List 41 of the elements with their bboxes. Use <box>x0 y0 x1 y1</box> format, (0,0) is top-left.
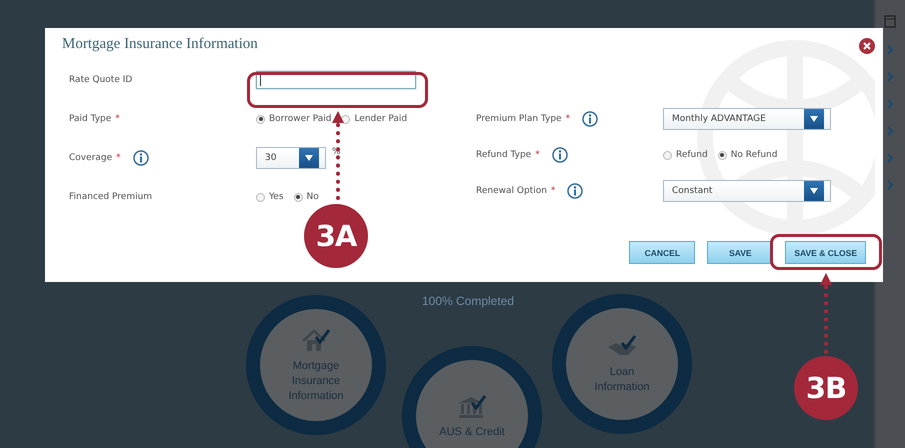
step-label: Loan Information <box>593 365 651 395</box>
dialog-title: Mortgage Insurance Information <box>62 36 259 53</box>
radio-button[interactable] <box>663 150 672 160</box>
info-icon[interactable] <box>552 147 568 163</box>
radio-button[interactable] <box>256 192 265 202</box>
radio-option[interactable]: Yes <box>256 192 284 202</box>
step-label: Mortgage Insurance Information <box>287 358 345 404</box>
required-mark: * <box>550 186 556 196</box>
field-label: Paid Type <box>69 114 112 124</box>
close-icon[interactable] <box>859 38 875 54</box>
callout-badge: 3B <box>794 356 858 420</box>
radio-option[interactable]: No Refund <box>718 150 778 160</box>
dialog-button[interactable]: SAVE & CLOSE <box>785 241 866 264</box>
field-label: Renewal Option <box>476 186 547 196</box>
field-label: Coverage <box>69 153 112 163</box>
radio-button[interactable] <box>256 114 265 124</box>
info-icon[interactable] <box>132 150 149 166</box>
progress-label: 100% Completed <box>420 294 516 308</box>
dialog-button[interactable]: CANCEL <box>629 241 696 264</box>
dropdown-arrow-icon <box>305 155 313 161</box>
info-icon[interactable] <box>582 111 598 127</box>
dropdown-field[interactable]: Constant <box>663 180 831 202</box>
dropdown-arrow-icon <box>810 188 818 194</box>
radio-option[interactable]: No <box>294 192 319 202</box>
step-label: AUS & Credit <box>438 424 506 440</box>
required-mark: * <box>116 153 121 163</box>
dropdown-field[interactable]: 30 <box>256 147 326 169</box>
field-label: Financed Premium <box>69 192 152 202</box>
radio-button[interactable] <box>718 150 727 160</box>
required-mark: * <box>566 114 570 124</box>
field-label: Rate Quote ID <box>69 75 132 85</box>
required-mark: * <box>535 150 540 160</box>
radio-option[interactable]: Borrower Paid <box>256 114 332 124</box>
dropdown-arrow-icon <box>810 116 818 122</box>
required-mark: * <box>115 114 120 124</box>
radio-button[interactable] <box>294 192 303 202</box>
dropdown-field[interactable]: Monthly ADVANTAGE <box>663 108 831 130</box>
info-icon[interactable] <box>567 183 584 199</box>
radio-option[interactable]: Refund <box>663 150 708 160</box>
field-label: Premium Plan Type <box>476 114 562 124</box>
field-label: Refund Type <box>476 150 532 160</box>
